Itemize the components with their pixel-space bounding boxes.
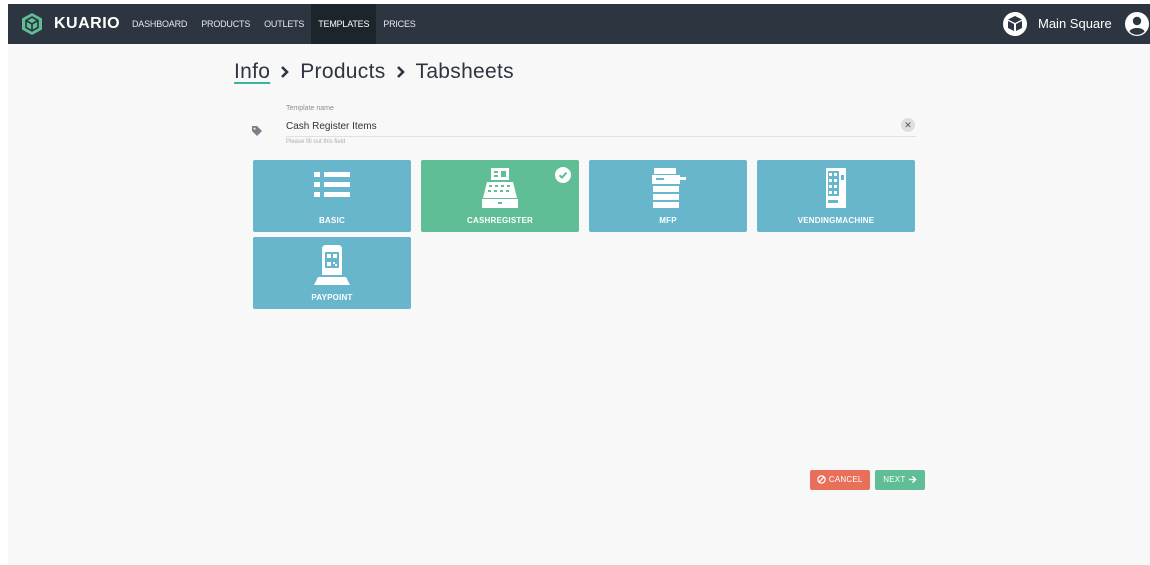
- box-icon[interactable]: [1002, 11, 1028, 37]
- brand-name[interactable]: KUARIO: [54, 15, 120, 33]
- tile-mfp[interactable]: MFP: [589, 160, 747, 232]
- tile-vendingmachine[interactable]: VENDINGMACHINE: [757, 160, 915, 232]
- breadcrumb: Info Products Tabsheets: [234, 60, 514, 84]
- template-name-label: Template name: [286, 105, 334, 112]
- paypoint-stand-icon: [314, 245, 350, 285]
- template-name-hint: Please fill out this field: [286, 139, 346, 145]
- printer-icon: [652, 168, 686, 208]
- checkmark-icon: [555, 167, 571, 183]
- nav-dashboard[interactable]: DASHBOARD: [125, 4, 194, 44]
- chevron-right-icon: [396, 66, 405, 78]
- chevron-right-icon: [281, 66, 290, 78]
- tile-paypoint[interactable]: PAYPOINT: [253, 237, 411, 309]
- breadcrumb-info[interactable]: Info: [234, 60, 270, 84]
- cancel-button[interactable]: CANCEL: [810, 470, 870, 490]
- user-icon[interactable]: [1124, 11, 1150, 37]
- nav-templates[interactable]: TEMPLATES: [311, 4, 377, 44]
- tile-paypoint-label: PAYPOINT: [311, 293, 353, 302]
- cash-register-icon: [482, 168, 518, 208]
- tile-basic-label: BASIC: [319, 216, 345, 225]
- cancel-button-label: CANCEL: [828, 475, 863, 484]
- main-nav: DASHBOARD PRODUCTS OUTLETS TEMPLATES PRI…: [125, 4, 423, 44]
- kuario-logo-icon: [22, 13, 42, 35]
- next-button-label: NEXT: [883, 475, 906, 484]
- list-icon: [314, 172, 350, 197]
- template-name-input[interactable]: [286, 117, 916, 137]
- arrow-right-icon: [908, 475, 917, 484]
- nav-products[interactable]: PRODUCTS: [194, 4, 257, 44]
- next-button[interactable]: NEXT: [875, 470, 925, 490]
- nav-prices[interactable]: PRICES: [376, 4, 422, 44]
- app-frame: KUARIO DASHBOARD PRODUCTS OUTLETS TEMPLA…: [8, 4, 1150, 565]
- ban-icon: [817, 475, 827, 484]
- tile-mfp-label: MFP: [659, 216, 677, 225]
- breadcrumb-products: Products: [300, 60, 386, 83]
- nav-outlets[interactable]: OUTLETS: [257, 4, 311, 44]
- tile-cashregister[interactable]: CASHREGISTER: [421, 160, 579, 232]
- clear-input-button[interactable]: ✕: [901, 118, 915, 132]
- vending-machine-icon: [826, 168, 846, 208]
- location-name[interactable]: Main Square: [1038, 16, 1112, 31]
- top-navbar: KUARIO DASHBOARD PRODUCTS OUTLETS TEMPLA…: [8, 4, 1150, 44]
- tile-basic[interactable]: BASIC: [253, 160, 411, 232]
- breadcrumb-tabsheets: Tabsheets: [415, 60, 514, 83]
- tag-icon: [252, 126, 262, 136]
- tile-cashregister-label: CASHREGISTER: [467, 216, 533, 225]
- tile-vendingmachine-label: VENDINGMACHINE: [797, 216, 875, 225]
